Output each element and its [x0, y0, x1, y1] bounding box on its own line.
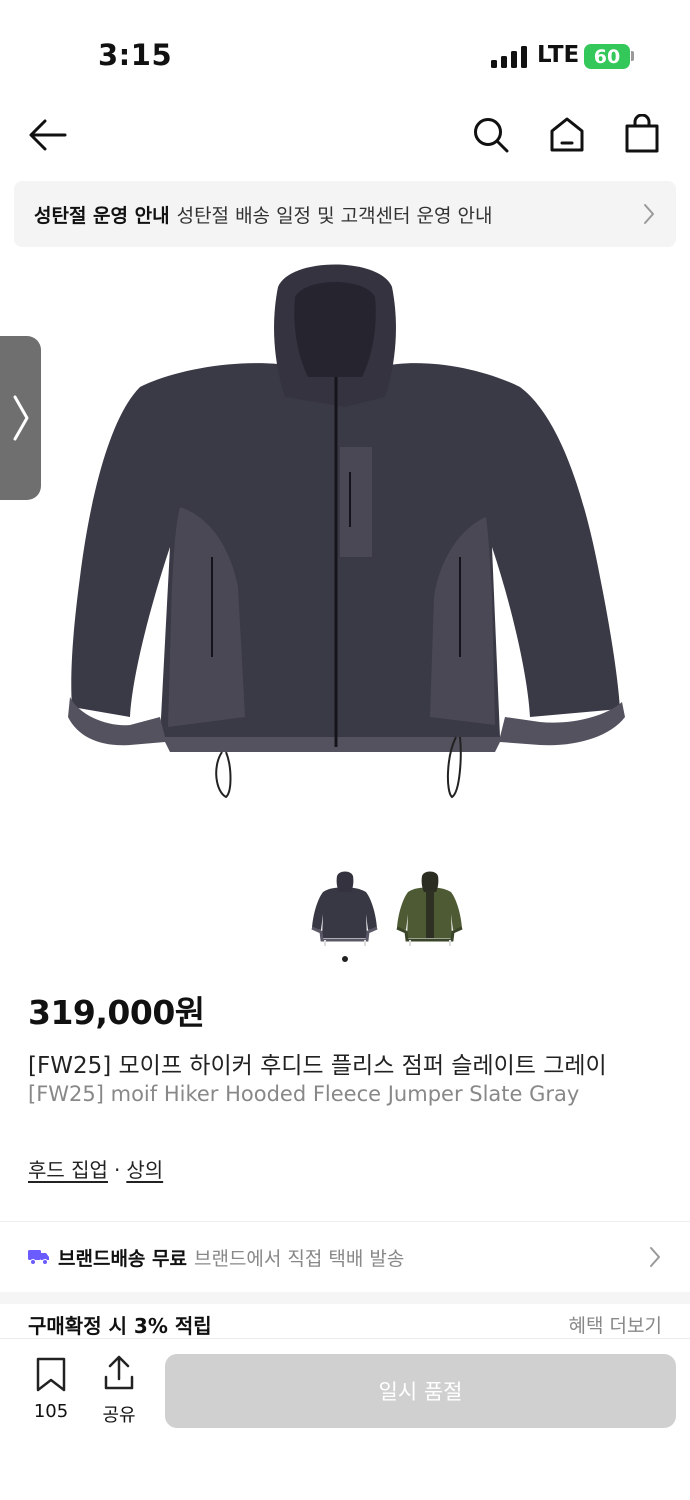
carousel-dot — [342, 956, 348, 962]
benefits-more-link[interactable]: 혜택 더보기 — [569, 1311, 662, 1338]
status-bar: 3:15 LTE 60 — [0, 0, 690, 100]
side-expand-tab[interactable] — [0, 336, 41, 500]
category-separator: · — [113, 1158, 121, 1182]
thumbnail-olive-green[interactable] — [394, 870, 466, 946]
section-separator — [0, 1292, 690, 1304]
notice-text: 성탄절 배송 일정 및 고객센터 운영 안내 — [176, 204, 493, 227]
delivery-title: 브랜드배송 무료 — [58, 1247, 187, 1270]
notice-title: 성탄절 운영 안내 — [34, 204, 170, 227]
notice-banner[interactable]: 성탄절 운영 안내 성탄절 배송 일정 및 고객센터 운영 안내 — [14, 181, 676, 247]
bookmark-icon — [36, 1357, 66, 1392]
share-icon — [104, 1355, 134, 1390]
top-nav — [0, 100, 690, 172]
chevron-right-icon — [650, 1247, 660, 1267]
color-thumbnails — [0, 870, 690, 946]
product-price: 319,000원 — [28, 993, 205, 1032]
bookmark-button[interactable]: 105 — [22, 1355, 80, 1423]
home-icon[interactable] — [548, 115, 586, 153]
status-time: 3:15 — [98, 38, 173, 72]
product-title-en: [FW25] moif Hiker Hooded Fleece Jumper S… — [28, 1082, 580, 1106]
category-hood-zipup[interactable]: 후드 집업 — [28, 1158, 108, 1182]
share-button[interactable]: 공유 — [90, 1355, 148, 1426]
product-image[interactable] — [0, 247, 690, 847]
bottom-action-bar: 105 공유 일시 품절 — [0, 1338, 690, 1500]
network-label: LTE — [537, 42, 580, 68]
points-label: 구매확정 시 3% 적립 — [28, 1314, 212, 1338]
category-breadcrumb: 후드 집업 · 상의 — [28, 1154, 163, 1183]
arrow-left-icon[interactable] — [28, 118, 68, 152]
signal-icon — [491, 46, 527, 68]
category-top[interactable]: 상의 — [126, 1158, 163, 1182]
chevron-right-icon — [644, 204, 654, 224]
product-title-ko: [FW25] 모이프 하이커 후디드 플리스 점퍼 슬레이트 그레이 — [28, 1053, 607, 1079]
share-label: 공유 — [102, 1405, 136, 1426]
battery-icon: 60 — [584, 44, 630, 69]
bookmark-count: 105 — [33, 1401, 69, 1422]
chevron-right-icon — [13, 395, 28, 441]
shopping-bag-icon[interactable] — [624, 114, 660, 154]
delivery-text: 브랜드에서 직접 택배 발송 — [193, 1247, 405, 1270]
battery-level: 60 — [593, 45, 621, 68]
battery-tip — [631, 51, 634, 61]
search-icon[interactable] — [472, 116, 510, 154]
sold-out-button[interactable]: 일시 품절 — [165, 1354, 676, 1428]
delivery-info-row[interactable]: 브랜드배송 무료 브랜드에서 직접 택배 발송 — [0, 1222, 690, 1292]
thumbnail-slate-gray[interactable] — [309, 870, 381, 946]
truck-icon — [28, 1250, 49, 1265]
